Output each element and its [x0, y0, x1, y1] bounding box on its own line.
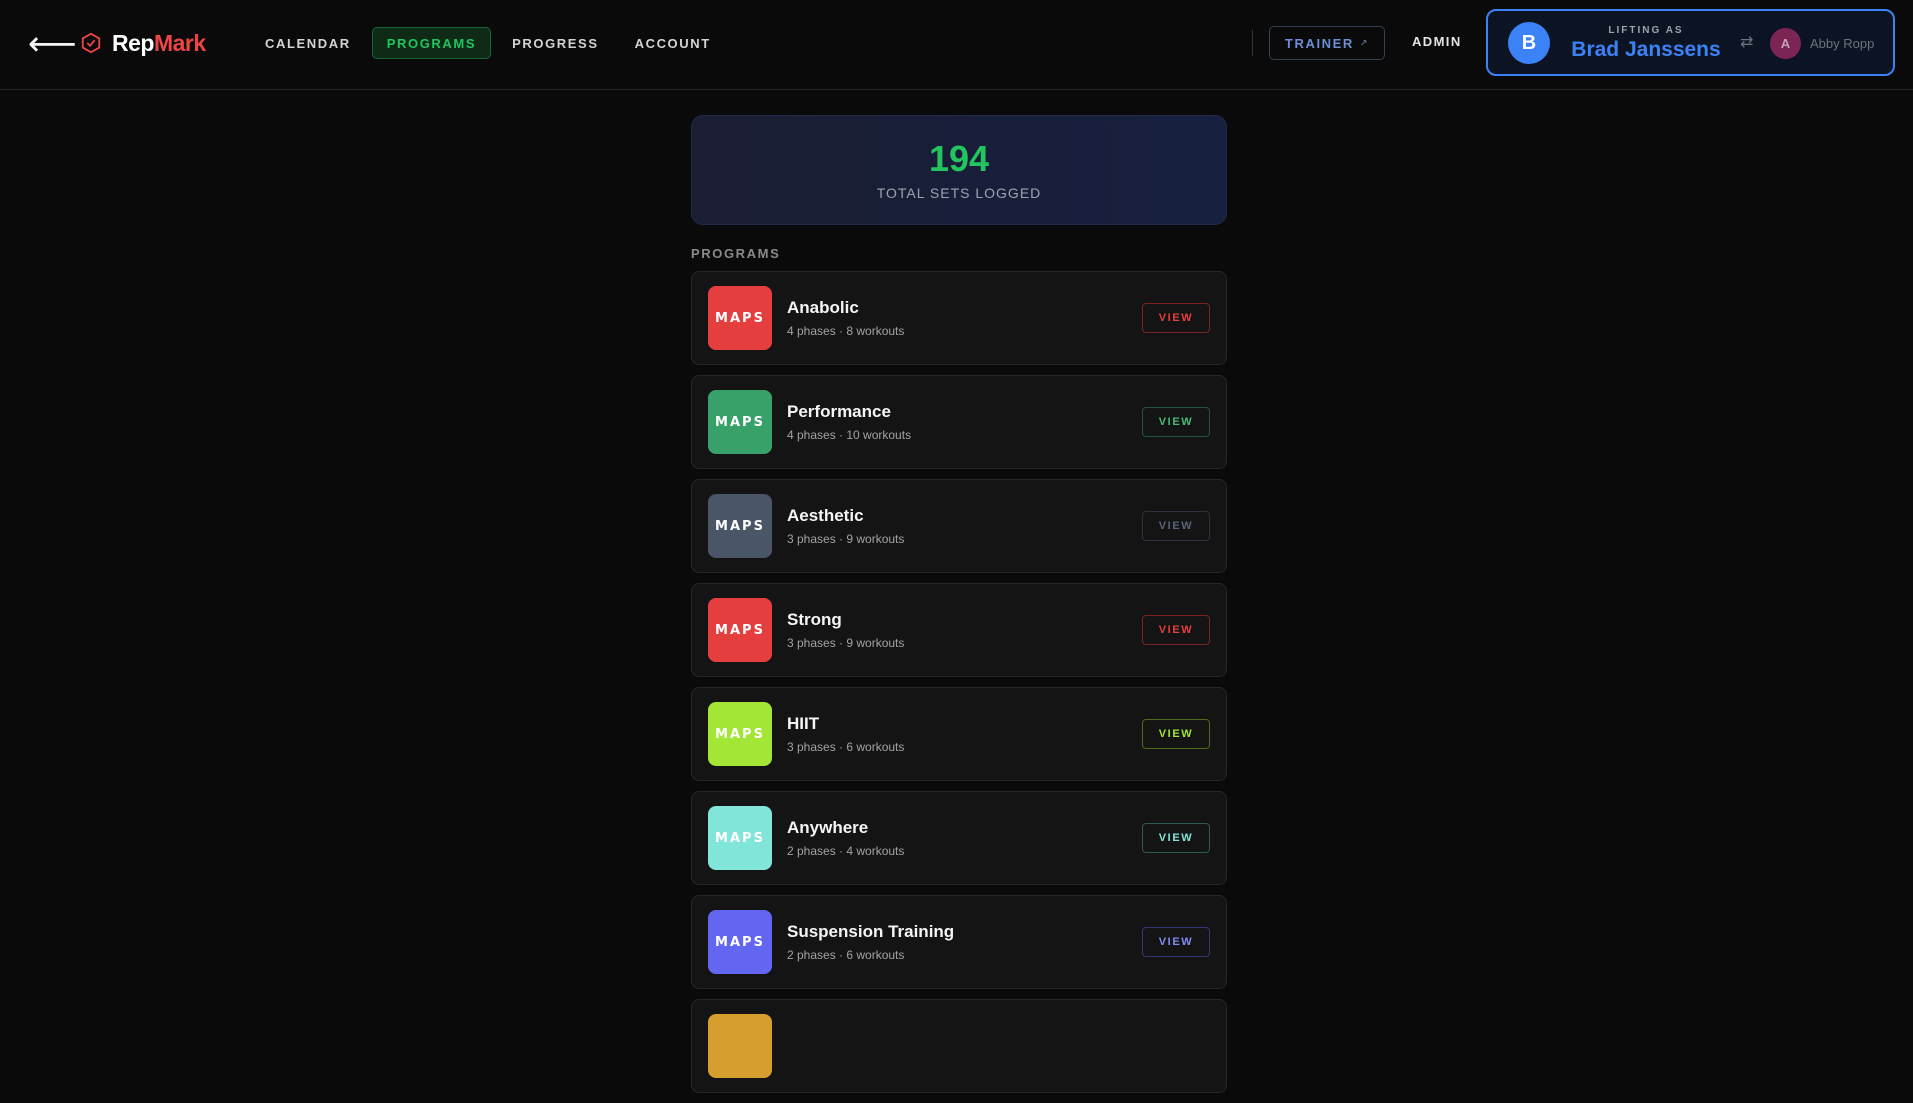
program-list: MAPS Anabolic 4 phases · 8 workouts VIEW MAP… [691, 271, 1227, 1093]
view-button[interactable]: VIEW [1142, 511, 1210, 541]
program-card[interactable]: MAPS Suspension Training 2 phases · 6 work… [691, 895, 1227, 989]
program-name: HIIT [787, 714, 820, 733]
program-card[interactable]: MAPS Performance 4 phases · 10 workouts VIE… [691, 375, 1227, 469]
nav-calendar[interactable]: CALENDAR [250, 27, 366, 59]
programs-section-title: PROGRAMS [691, 246, 781, 261]
program-name: Anabolic [787, 298, 859, 317]
trainer-label: TRAINER [1284, 35, 1354, 51]
view-button[interactable]: VIEW [1142, 303, 1210, 333]
view-button[interactable]: VIEW [1142, 823, 1210, 853]
logo-text: RepMark [112, 29, 206, 56]
lifting-as-label: LIFTING AS [1608, 25, 1684, 36]
program-card[interactable] [691, 999, 1227, 1093]
nav-divider [1252, 30, 1253, 56]
program-name: Suspension Training [787, 922, 955, 941]
lifting-as-card: B LIFTING AS Brad Janssens ⇄ A Abby Ropp [1486, 9, 1895, 76]
program-card[interactable]: MAPS Anabolic 4 phases · 8 workouts VIEW [691, 271, 1227, 365]
program-meta: 2 phases · 6 workouts [787, 948, 905, 962]
top-nav-bar: ⟵ RepMark CALENDAR PROGRAMS PROGRESS ACC… [0, 0, 1913, 90]
program-card[interactable]: MAPS Anywhere 2 phases · 4 workouts VIEW [691, 791, 1227, 885]
program-name: Performance [787, 402, 891, 421]
program-badge: MAPS [708, 286, 772, 350]
swap-icon[interactable]: ⇄ [1740, 32, 1753, 51]
program-meta: 3 phases · 9 workouts [787, 636, 905, 650]
total-sets-label: TOTAL SETS LOGGED [876, 185, 1042, 201]
back-arrow-icon[interactable]: ⟵ [28, 24, 77, 64]
program-badge: MAPS [708, 598, 772, 662]
hexagon-check-icon [81, 32, 101, 54]
alt-user-name[interactable]: Abby Ropp [1810, 36, 1874, 51]
program-card[interactable]: MAPS HIIT 3 phases · 6 workouts VIEW [691, 687, 1227, 781]
view-button[interactable]: VIEW [1142, 719, 1210, 749]
alt-user-avatar[interactable]: A [1770, 28, 1801, 59]
program-meta: 3 phases · 6 workouts [787, 740, 905, 754]
program-meta: 4 phases · 8 workouts [787, 324, 905, 338]
external-link-icon: ↗ [1359, 37, 1370, 48]
main-content: 194 TOTAL SETS LOGGED PROGRAMS MAPS Anabo… [691, 115, 1227, 1103]
nav-progress[interactable]: PROGRESS [497, 27, 613, 59]
logo[interactable]: RepMark [80, 28, 206, 58]
total-sets-card: 194 TOTAL SETS LOGGED [691, 115, 1227, 225]
total-sets-value: 194 [928, 138, 990, 179]
view-button[interactable]: VIEW [1142, 407, 1210, 437]
view-button[interactable]: VIEW [1142, 615, 1210, 645]
program-meta: 2 phases · 4 workouts [787, 844, 905, 858]
main-nav: CALENDAR PROGRAMS PROGRESS ACCOUNT [250, 27, 732, 59]
avatar: B [1508, 22, 1550, 64]
program-badge: MAPS [708, 390, 772, 454]
nav-programs[interactable]: PROGRAMS [371, 27, 492, 59]
program-badge: MAPS [708, 806, 772, 870]
program-name: Strong [787, 610, 842, 629]
program-badge: MAPS [708, 494, 772, 558]
program-card[interactable]: MAPS Aesthetic 3 phases · 9 workouts VIEW [691, 479, 1227, 573]
program-name: Anywhere [787, 818, 869, 837]
view-button[interactable]: VIEW [1142, 927, 1210, 957]
trainer-button[interactable]: TRAINER ↗ [1269, 26, 1385, 60]
program-badge: MAPS [708, 910, 772, 974]
program-meta: 4 phases · 10 workouts [787, 428, 912, 442]
nav-account[interactable]: ACCOUNT [620, 27, 726, 59]
lifting-as-name: Brad Janssens [1571, 38, 1721, 61]
program-meta: 3 phases · 9 workouts [787, 532, 905, 546]
program-name: Aesthetic [787, 506, 864, 525]
admin-link[interactable]: ADMIN [1412, 34, 1462, 49]
program-card[interactable]: MAPS Strong 3 phases · 9 workouts VIEW [691, 583, 1227, 677]
program-badge: MAPS [708, 702, 772, 766]
